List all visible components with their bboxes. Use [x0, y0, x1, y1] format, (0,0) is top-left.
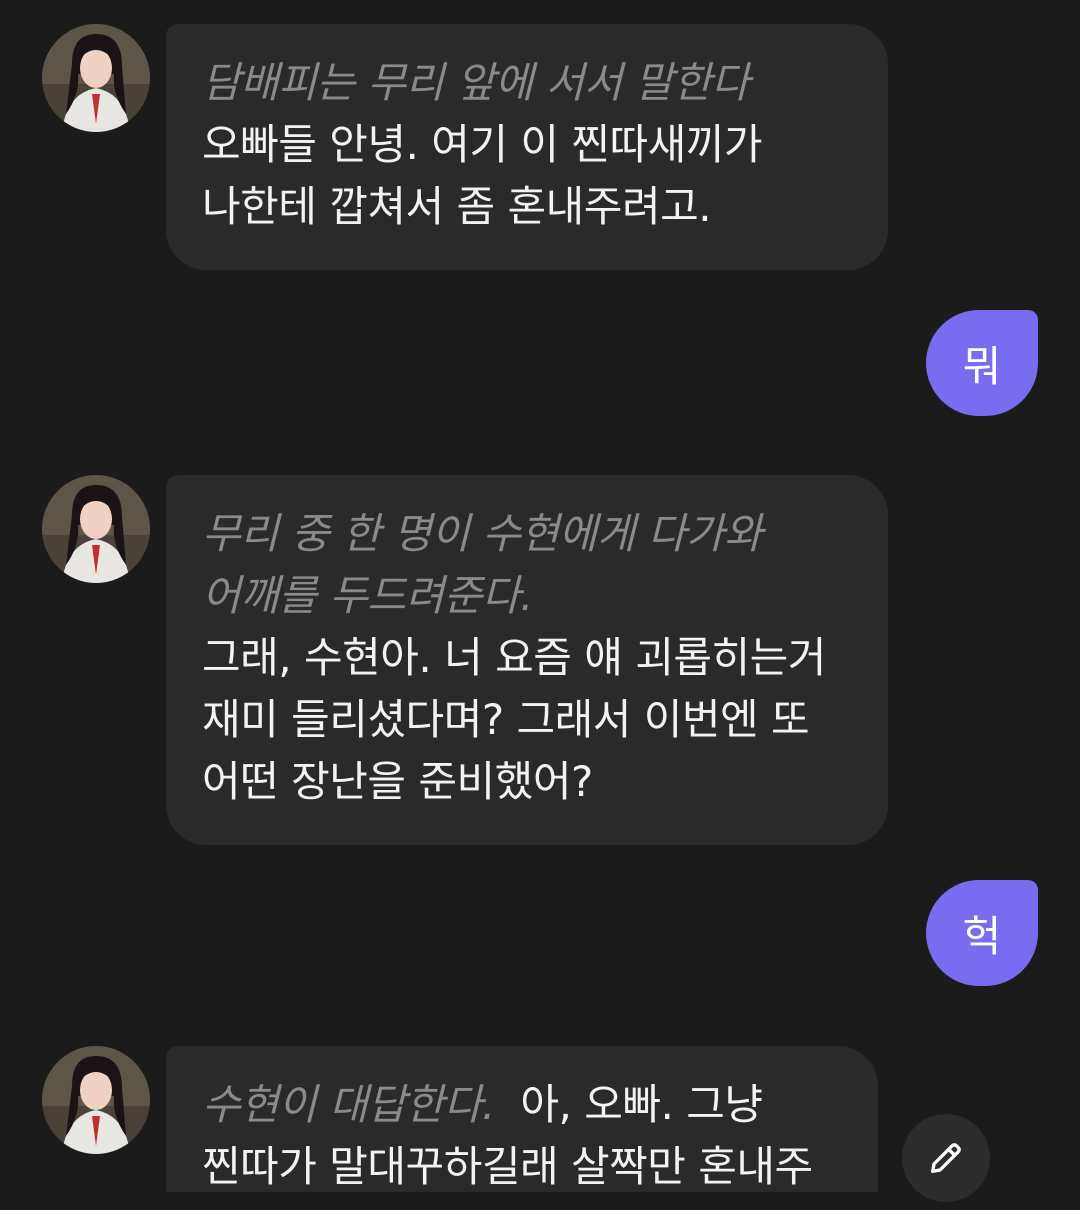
- narration-text: 무리 중 한 명이 수현에게 다가와 어깨를 두드려준다.: [202, 509, 763, 620]
- chat-container: 담배피는 무리 앞에 서서 말한다 오빠들 안녕. 여기 이 찐따새끼가 나한테…: [0, 0, 1080, 1210]
- viewport-edge: [0, 1192, 1080, 1210]
- character-avatar[interactable]: [42, 1046, 150, 1154]
- message-text: 헉: [962, 911, 1002, 961]
- user-message-bubble: 뭐: [926, 310, 1038, 416]
- bot-message-bubble: 담배피는 무리 앞에 서서 말한다 오빠들 안녕. 여기 이 찐따새끼가 나한테…: [166, 24, 888, 270]
- avatar-image: [42, 475, 150, 583]
- edit-button[interactable]: [902, 1114, 990, 1202]
- user-message-bubble: 헉: [926, 880, 1038, 986]
- message-text: 그래, 수현아. 너 요즘 얘 괴롭히는거 재미 들리셨다며? 그래서 이번엔 …: [202, 633, 826, 806]
- narration-text: 수현이 대답한다.: [202, 1080, 495, 1129]
- message-text: 뭐: [962, 341, 1002, 391]
- bot-message-bubble: 수현이 대답한다. 아, 오빠. 그냥 찐따가 말대꾸하길래 살짝만 혼내주: [166, 1046, 878, 1210]
- pencil-icon: [931, 1143, 961, 1173]
- avatar-image: [42, 1046, 150, 1154]
- character-avatar[interactable]: [42, 475, 150, 583]
- bot-message-bubble: 무리 중 한 명이 수현에게 다가와 어깨를 두드려준다. 그래, 수현아. 너…: [166, 475, 888, 845]
- avatar-image: [42, 24, 150, 132]
- narration-text: 담배피는 무리 앞에 서서 말한다: [202, 58, 750, 107]
- character-avatar[interactable]: [42, 24, 150, 132]
- message-text: 오빠들 안녕. 여기 이 찐따새끼가 나한테 깝쳐서 좀 혼내주려고.: [202, 120, 763, 231]
